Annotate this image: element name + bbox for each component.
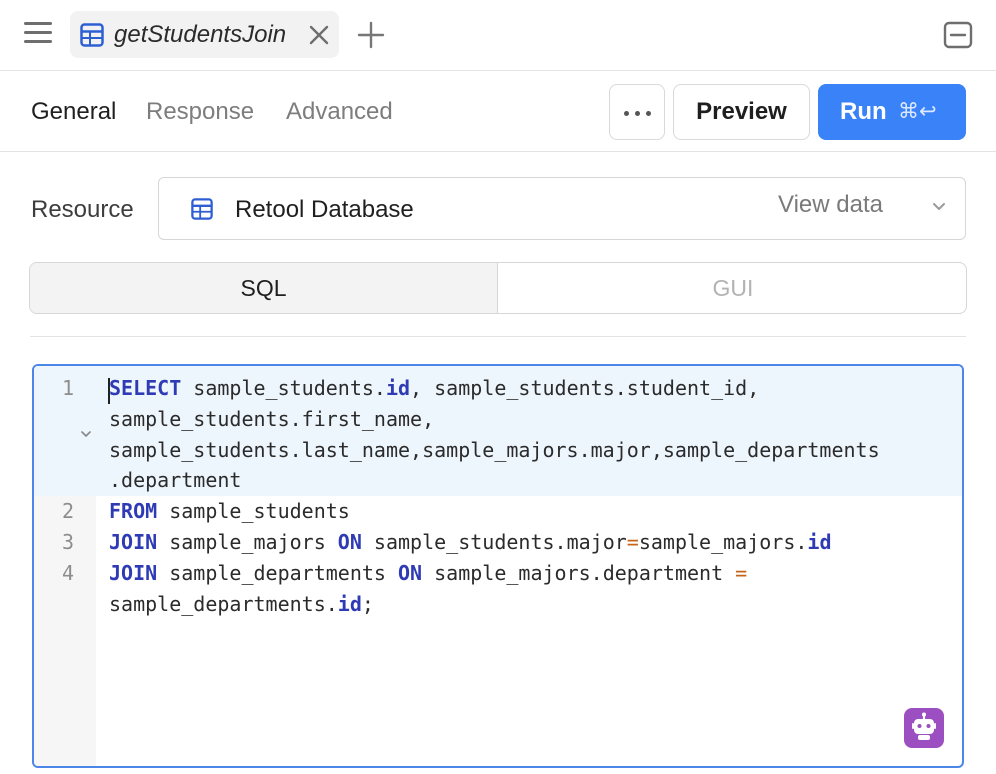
sql-keyword: JOIN: [109, 530, 158, 554]
run-button[interactable]: Run ⌘↩: [818, 84, 966, 140]
section-divider: [30, 336, 966, 337]
line-number: 3: [61, 530, 74, 554]
view-data-link[interactable]: View data: [778, 191, 883, 219]
sql-keyword: SELECT: [109, 376, 182, 400]
query-mode-toggle: SQL GUI: [29, 262, 967, 314]
sql-operator: =: [626, 530, 639, 554]
tab-general[interactable]: General: [31, 98, 116, 126]
menu-icon[interactable]: [24, 22, 52, 48]
resource-label: Resource: [31, 196, 134, 223]
sql-mode-option[interactable]: SQL: [30, 263, 498, 313]
gui-mode-option[interactable]: GUI: [499, 263, 966, 313]
tab-response[interactable]: Response: [146, 98, 254, 126]
plus-icon[interactable]: [356, 20, 386, 50]
preview-button[interactable]: Preview: [673, 84, 810, 140]
database-table-icon: [191, 198, 213, 220]
run-button-label: Run: [840, 98, 887, 125]
sql-keyword: ON: [337, 530, 362, 554]
sql-editor[interactable]: 1 2 3 4 SELECT sample_students.id, sampl…: [32, 364, 964, 768]
sql-keyword: id: [337, 592, 362, 616]
close-icon[interactable]: [307, 23, 331, 47]
code-line: .department: [109, 468, 242, 492]
sql-keyword: ON: [398, 561, 423, 585]
sql-keyword: JOIN: [109, 561, 158, 585]
run-shortcut: ⌘↩: [898, 100, 937, 123]
code-line: JOIN sample_departments ON sample_majors…: [109, 561, 748, 585]
code-line: SELECT sample_students.id, sample_studen…: [109, 376, 760, 400]
code-line: JOIN sample_majors ON sample_students.ma…: [109, 530, 832, 554]
collapse-panel-icon[interactable]: [943, 21, 973, 49]
sql-keyword: id: [385, 376, 411, 400]
code-line: FROM sample_students: [109, 499, 350, 523]
chevron-down-icon: [933, 203, 945, 210]
query-tab-bar: getStudentsJoin: [0, 0, 996, 71]
resource-select[interactable]: Retool Database View data: [158, 177, 966, 240]
query-toolbar: General Response Advanced Preview Run ⌘↩: [0, 72, 996, 152]
ai-assistant-button[interactable]: [904, 708, 944, 748]
query-tab-title: getStudentsJoin: [114, 21, 287, 48]
query-tab[interactable]: getStudentsJoin: [70, 11, 339, 58]
resource-name: Retool Database: [235, 196, 414, 223]
robot-icon: [912, 712, 936, 740]
line-number: 4: [61, 561, 74, 585]
code-line: sample_students.first_name,: [109, 407, 435, 431]
tab-advanced[interactable]: Advanced: [286, 98, 393, 126]
fold-chevron-icon[interactable]: [80, 430, 92, 439]
sql-operator: =: [735, 561, 748, 585]
table-icon: [80, 23, 104, 47]
more-dots-icon: [624, 111, 629, 116]
code-line: sample_departments.id;: [109, 592, 374, 616]
code-line: sample_students.last_name,sample_majors.…: [109, 438, 880, 462]
more-options-button[interactable]: [609, 84, 665, 140]
sql-keyword: id: [807, 530, 832, 554]
line-number: 1: [61, 376, 74, 400]
sql-keyword: FROM: [109, 499, 158, 523]
line-number: 2: [61, 499, 74, 523]
